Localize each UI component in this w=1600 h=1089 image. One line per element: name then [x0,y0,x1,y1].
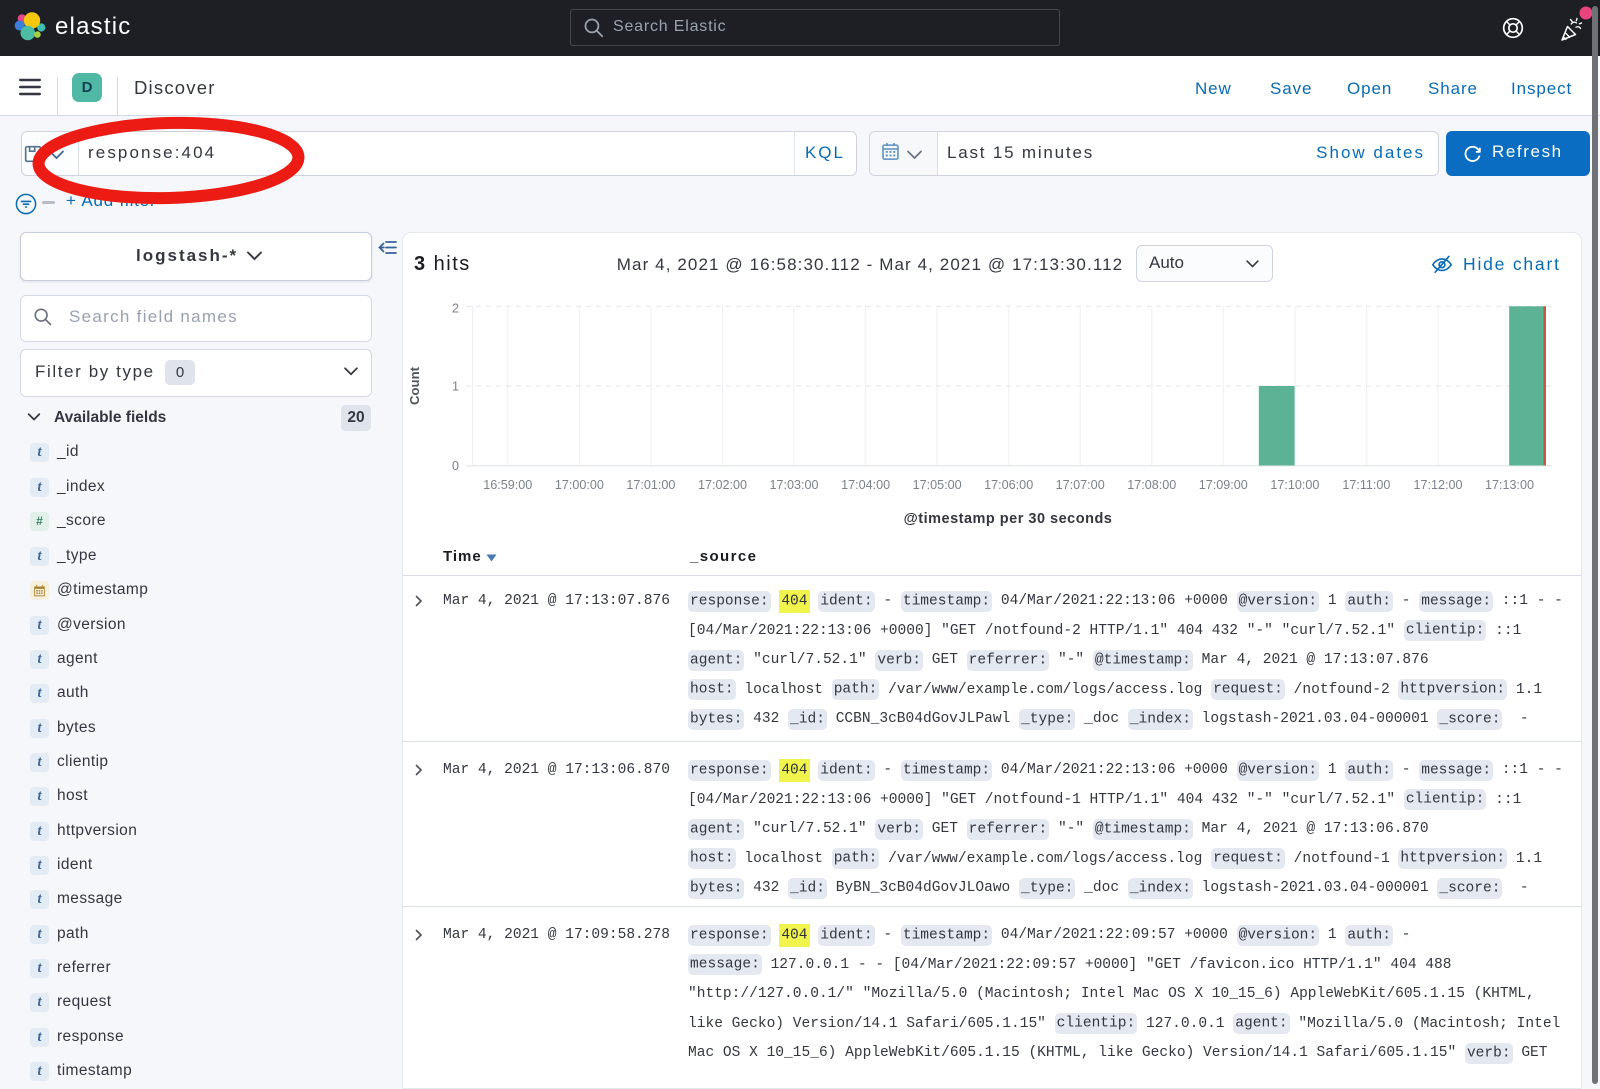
svg-text:Count: Count [407,366,422,405]
svg-text:17:06:00: 17:06:00 [984,478,1033,492]
svg-text:17:07:00: 17:07:00 [1056,478,1105,492]
svg-text:17:10:00: 17:10:00 [1270,478,1319,492]
svg-text:17:09:00: 17:09:00 [1199,478,1248,492]
svg-text:17:12:00: 17:12:00 [1413,478,1462,492]
svg-text:0: 0 [452,459,459,473]
svg-text:17:08:00: 17:08:00 [1127,478,1176,492]
svg-text:17:05:00: 17:05:00 [913,478,962,492]
svg-text:17:11:00: 17:11:00 [1342,478,1390,492]
svg-text:17:03:00: 17:03:00 [769,478,818,492]
svg-text:17:00:00: 17:00:00 [555,478,604,492]
svg-text:17:02:00: 17:02:00 [698,478,747,492]
svg-text:2: 2 [452,302,459,316]
svg-text:16:59:00: 16:59:00 [483,478,532,492]
svg-text:1: 1 [452,380,459,394]
svg-text:17:04:00: 17:04:00 [841,478,890,492]
svg-text:17:13:00: 17:13:00 [1485,478,1534,492]
svg-text:17:01:00: 17:01:00 [626,478,675,492]
